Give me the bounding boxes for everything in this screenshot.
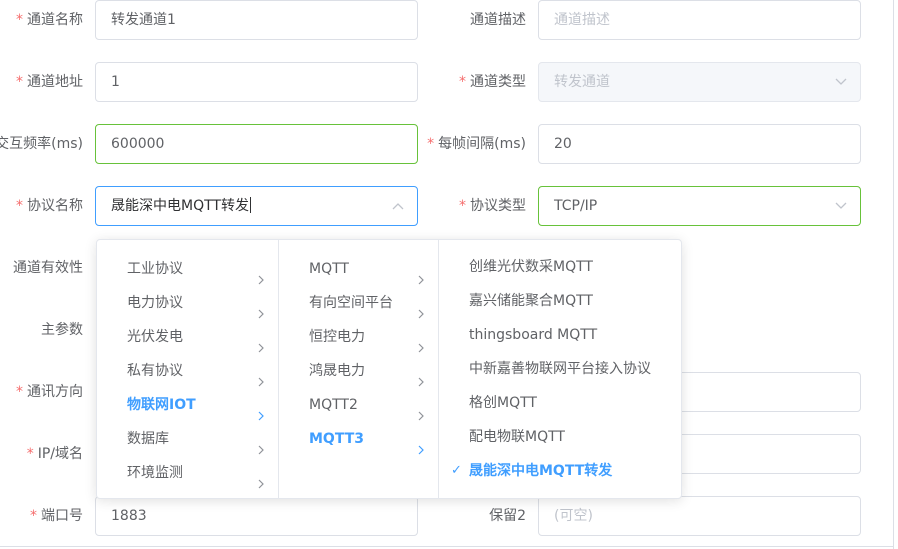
cascader-option[interactable]: 光伏发电 bbox=[97, 320, 278, 354]
channel-name-label: * 通道名称 bbox=[16, 12, 83, 28]
chevron-right-icon bbox=[256, 332, 266, 353]
frame-interval-input[interactable]: 20 bbox=[538, 124, 861, 164]
cascader-option-label: 恒控电力 bbox=[309, 329, 365, 345]
cascader-option-label: 中新嘉善物联网平台接入协议 bbox=[469, 361, 651, 377]
cascader-option[interactable]: 嘉兴储能聚合MQTT bbox=[439, 284, 681, 318]
cascader-option-label: MQTT bbox=[309, 261, 349, 277]
chevron-right-icon bbox=[416, 434, 426, 455]
channel-form: * 通道名称 转发通道1 通道描述 通道描述 * 通道地址 1 * 通道类型 转发通道… bbox=[0, 0, 898, 549]
channel-address-label: * 通道地址 bbox=[16, 74, 83, 90]
channel-desc-input[interactable]: 通道描述 bbox=[538, 0, 861, 40]
cascader-option-label: 有向空间平台 bbox=[309, 295, 393, 311]
cascader-option-label: 配电物联MQTT bbox=[469, 429, 565, 445]
cascader-option[interactable]: 配电物联MQTT bbox=[439, 420, 681, 454]
chevron-right-icon bbox=[256, 468, 266, 489]
cascader-option-label: 创维光伏数采MQTT bbox=[469, 259, 593, 275]
channel-validity-label: 通道有效性 bbox=[13, 260, 83, 276]
cascader-option-label: 物联网IOT bbox=[127, 397, 196, 413]
comm-direction-label: * 通讯方向 bbox=[16, 384, 83, 400]
check-icon: ✓ bbox=[451, 463, 462, 478]
cascader-option-label: MQTT2 bbox=[309, 397, 358, 413]
text-caret bbox=[249, 197, 251, 213]
cascader-option[interactable]: 物联网IOT bbox=[97, 388, 278, 422]
channel-address-input[interactable]: 1 bbox=[95, 62, 418, 102]
cascader-option[interactable]: 恒控电力 bbox=[279, 320, 438, 354]
cascader-option[interactable]: 格创MQTT bbox=[439, 386, 681, 420]
bottom-border bbox=[0, 546, 894, 547]
cascader-option[interactable]: 私有协议 bbox=[97, 354, 278, 388]
cascader-menu-level2: MQTT 有向空间平台 恒控电力鸿晟电力 MQTT2 MQTT3 bbox=[279, 240, 439, 498]
cascader-option-label: 晟能深中电MQTT转发 bbox=[469, 463, 613, 479]
ip-domain-label: * IP/域名 bbox=[26, 446, 83, 462]
protocol-name-label: * 协议名称 bbox=[16, 198, 83, 214]
chevron-up-icon[interactable] bbox=[391, 187, 405, 225]
cascader-option-label: thingsboard MQTT bbox=[469, 327, 598, 343]
cascader-option[interactable]: 中新嘉善物联网平台接入协议 bbox=[439, 352, 681, 386]
chevron-down-icon bbox=[834, 63, 848, 101]
cascader-option[interactable]: MQTT3 bbox=[279, 422, 438, 456]
interaction-freq-input[interactable]: 600000 bbox=[95, 124, 418, 164]
cascader-option[interactable]: 有向空间平台 bbox=[279, 286, 438, 320]
cascader-option[interactable]: 环境监测 bbox=[97, 456, 278, 490]
port-input[interactable]: 1883 bbox=[95, 496, 418, 536]
cascader-option[interactable]: ✓ 晟能深中电MQTT转发 bbox=[439, 454, 681, 488]
cascader-option-label: 格创MQTT bbox=[469, 395, 537, 411]
interaction-freq-label: 交互频率(ms) bbox=[0, 136, 83, 152]
right-border bbox=[893, 0, 894, 549]
chevron-right-icon bbox=[416, 366, 426, 387]
chevron-right-icon bbox=[256, 298, 266, 319]
reserve2-input[interactable]: (可空) bbox=[538, 496, 861, 536]
cascader-option[interactable]: 鸿晟电力 bbox=[279, 354, 438, 388]
channel-type-select: 转发通道 bbox=[538, 62, 861, 102]
cascader-option-label: 环境监测 bbox=[127, 465, 183, 481]
cascader-option-label: 电力协议 bbox=[127, 295, 183, 311]
cascader-option-label: 鸿晟电力 bbox=[309, 363, 365, 379]
cascader-option[interactable]: thingsboard MQTT bbox=[439, 318, 681, 352]
cascader-menu-level3: 创维光伏数采MQTT 嘉兴储能聚合MQTT thingsboard MQTT 中新嘉善… bbox=[439, 240, 681, 498]
chevron-right-icon bbox=[256, 434, 266, 455]
protocol-type-label: * 协议类型 bbox=[459, 198, 526, 214]
protocol-cascader-dropdown: 工业协议电力协议光伏发电私有协议物联网IOT 数据库环境监测 MQTT 有向空间平台… bbox=[96, 239, 682, 499]
cascader-option-label: 嘉兴储能聚合MQTT bbox=[469, 293, 593, 309]
cascader-option[interactable]: 电力协议 bbox=[97, 286, 278, 320]
main-param-label: 主参数 bbox=[41, 322, 83, 338]
channel-name-input[interactable]: 转发通道1 bbox=[95, 0, 418, 40]
protocol-name-cascader-input[interactable]: 晟能深中电MQTT转发 bbox=[95, 186, 418, 226]
cascader-option[interactable]: 数据库 bbox=[97, 422, 278, 456]
cascader-option[interactable]: MQTT2 bbox=[279, 388, 438, 422]
chevron-right-icon bbox=[416, 332, 426, 353]
protocol-type-select[interactable]: TCP/IP bbox=[538, 186, 861, 226]
cascader-menu-level1: 工业协议电力协议光伏发电私有协议物联网IOT 数据库环境监测 bbox=[97, 240, 279, 498]
chevron-right-icon bbox=[256, 366, 266, 387]
chevron-right-icon bbox=[416, 264, 426, 285]
chevron-right-icon bbox=[416, 298, 426, 319]
chevron-right-icon bbox=[416, 400, 426, 421]
cascader-option-label: 私有协议 bbox=[127, 363, 183, 379]
cascader-option[interactable]: 创维光伏数采MQTT bbox=[439, 250, 681, 284]
chevron-down-icon bbox=[834, 187, 848, 225]
chevron-right-icon bbox=[256, 400, 266, 421]
cascader-option[interactable]: 工业协议 bbox=[97, 252, 278, 286]
chevron-right-icon bbox=[256, 264, 266, 285]
reserve2-label: 保留2 bbox=[489, 508, 526, 524]
cascader-option-label: 工业协议 bbox=[127, 261, 183, 277]
channel-desc-label: 通道描述 bbox=[470, 12, 526, 28]
cascader-option-label: MQTT3 bbox=[309, 431, 364, 447]
port-label: * 端口号 bbox=[30, 508, 83, 524]
channel-type-label: * 通道类型 bbox=[459, 74, 526, 90]
cascader-option-label: 数据库 bbox=[127, 431, 169, 447]
frame-interval-label: * 每帧间隔(ms) bbox=[427, 136, 526, 152]
cascader-option-label: 光伏发电 bbox=[127, 329, 183, 345]
cascader-option[interactable]: MQTT bbox=[279, 252, 438, 286]
